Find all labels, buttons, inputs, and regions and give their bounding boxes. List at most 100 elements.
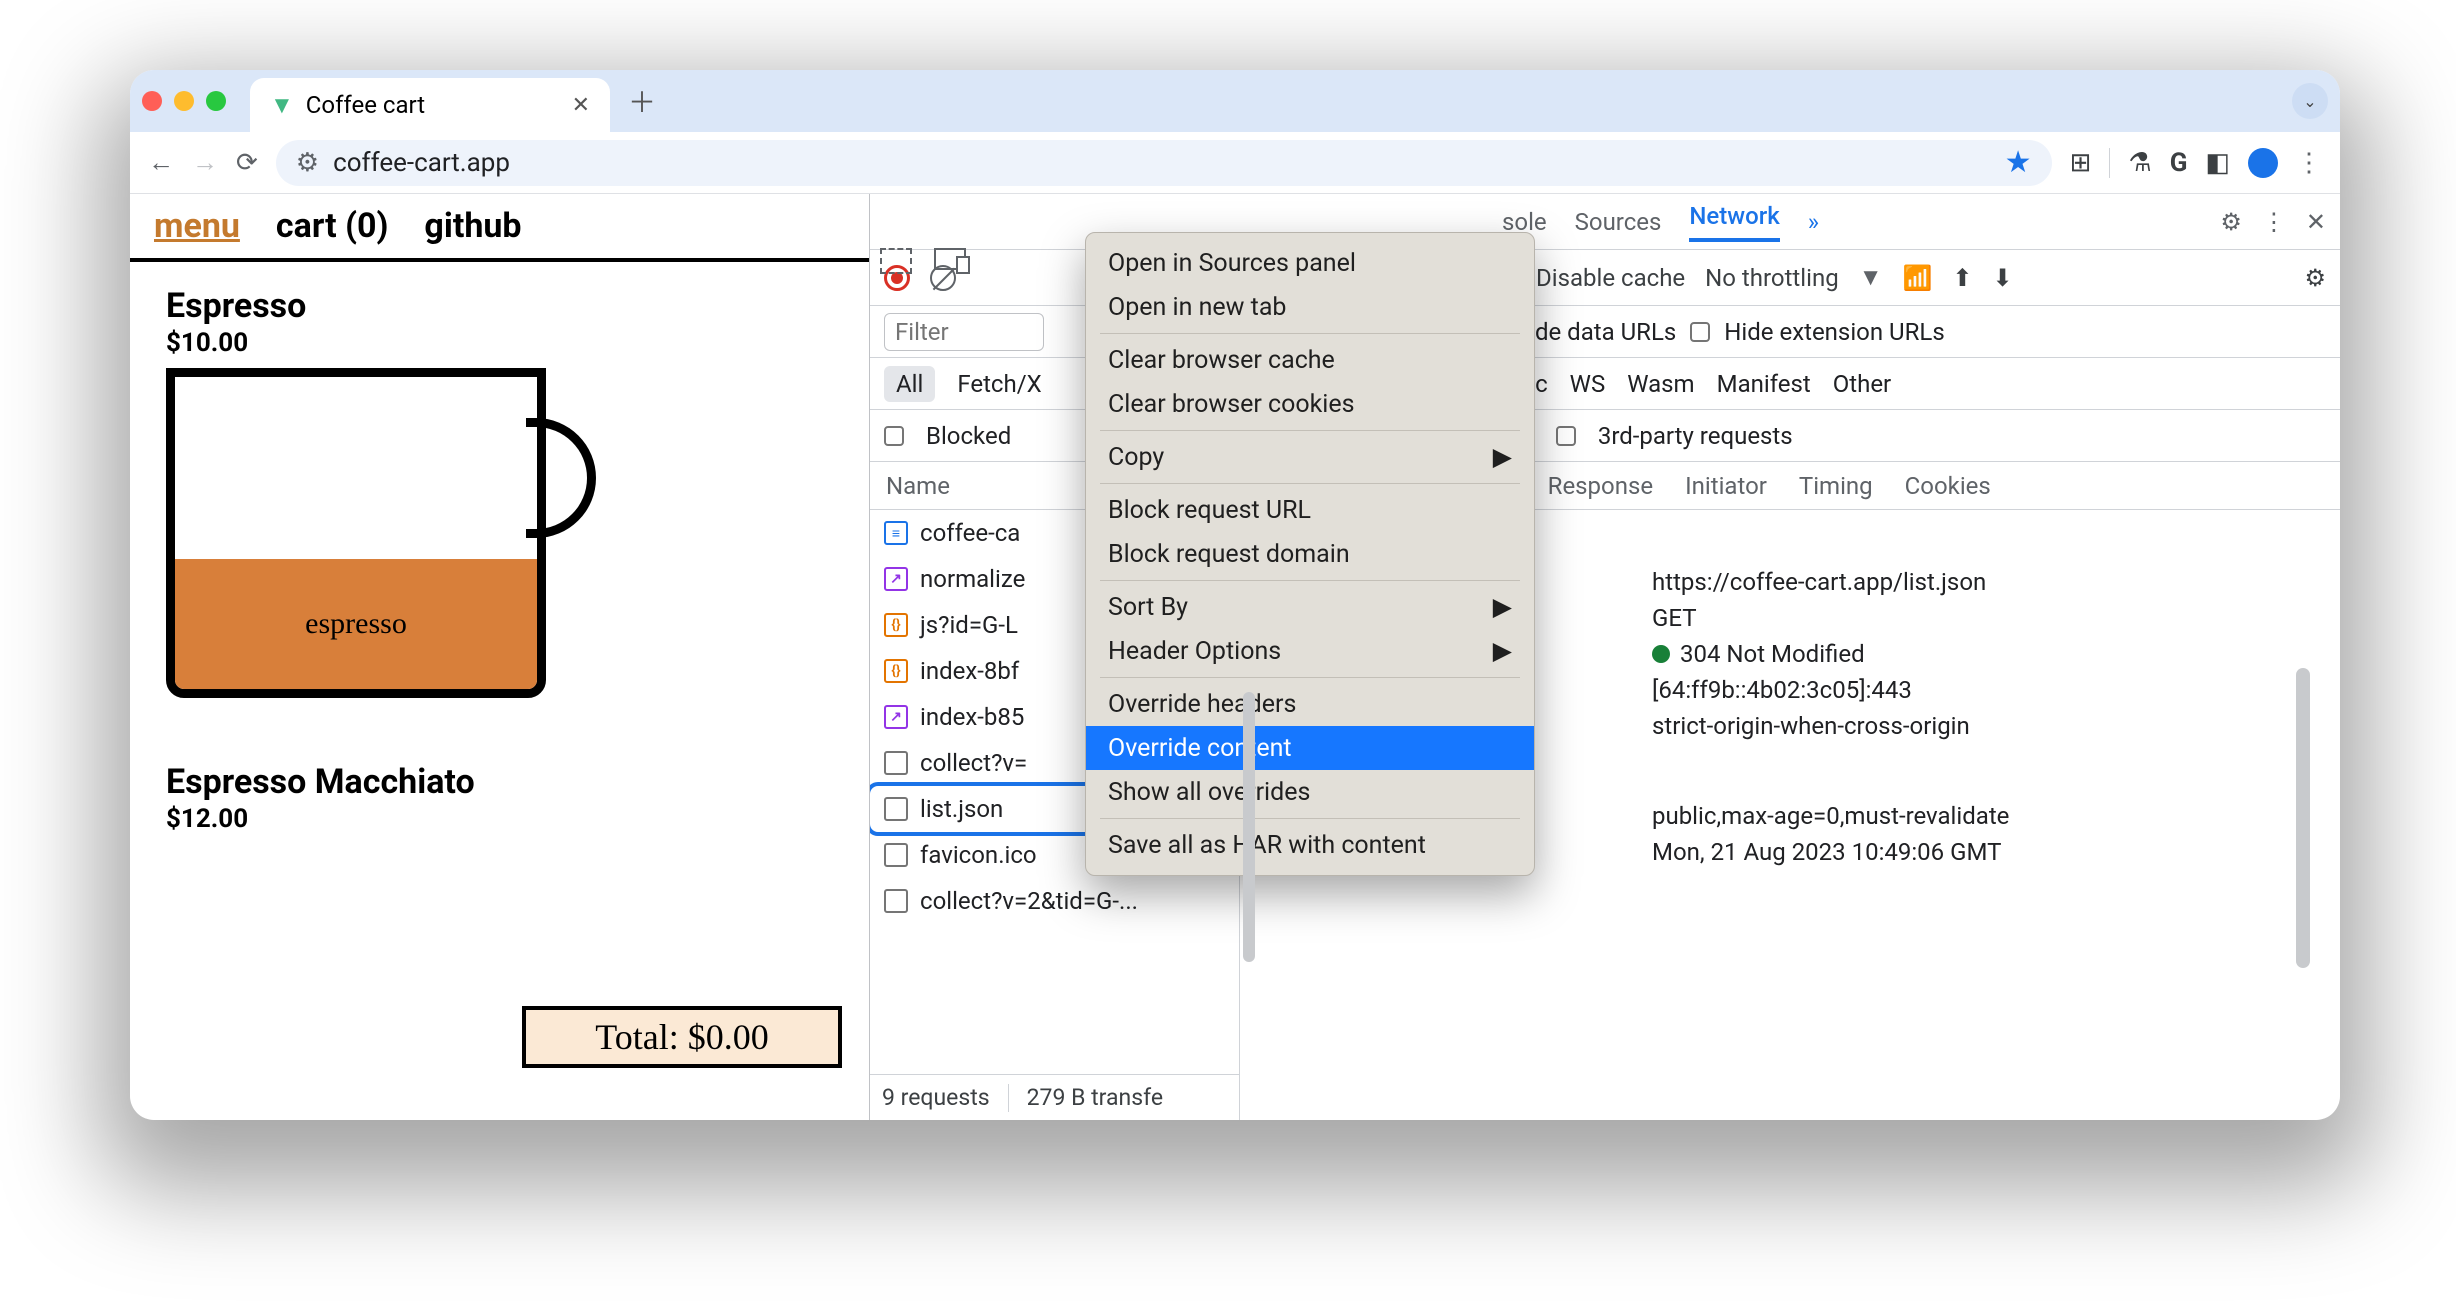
more-tabs-icon[interactable]: »: [1808, 208, 1819, 236]
browser-tab[interactable]: ▼ Coffee cart ✕: [250, 78, 610, 132]
labs-icon[interactable]: ⚗: [2128, 148, 2151, 178]
request-url: https://coffee-cart.app/list.json: [1652, 568, 1986, 596]
address-bar[interactable]: ⚙ coffee-cart.app ★: [276, 140, 2052, 186]
product-name: Espresso Macchiato: [166, 762, 833, 802]
close-window[interactable]: [142, 91, 162, 111]
upload-icon[interactable]: ⬆: [1952, 264, 1972, 292]
ctx-override-content[interactable]: Override content: [1086, 726, 1534, 770]
checkbox[interactable]: [1690, 322, 1710, 342]
tab-network[interactable]: Network: [1689, 202, 1779, 242]
ctx-sort-by[interactable]: Sort By▶: [1086, 585, 1534, 629]
js-icon: {}: [884, 613, 908, 637]
wifi-icon[interactable]: 📶: [1902, 264, 1932, 292]
mug-fill-label: espresso: [175, 559, 537, 689]
ctx-show-overrides[interactable]: Show all overrides: [1086, 770, 1534, 814]
product-macchiato: Espresso Macchiato $12.00: [130, 738, 869, 834]
ctx-open-sources[interactable]: Open in Sources panel: [1086, 241, 1534, 285]
minimize-window[interactable]: [174, 91, 194, 111]
nav-menu[interactable]: menu: [154, 206, 240, 246]
js-icon: {}: [884, 659, 908, 683]
disable-cache-label[interactable]: Disable cache: [1536, 264, 1685, 292]
gear-icon[interactable]: ⚙: [2220, 208, 2242, 236]
extensions-icon[interactable]: ⊞: [2070, 148, 2092, 178]
device-toolbar-icon[interactable]: [934, 248, 966, 270]
maximize-window[interactable]: [206, 91, 226, 111]
new-tab-button[interactable]: ＋: [628, 81, 656, 121]
tab-cookies[interactable]: Cookies: [1905, 472, 1991, 500]
chevron-down-icon[interactable]: ▼: [1859, 263, 1883, 292]
checkbox[interactable]: [884, 426, 904, 446]
kebab-icon[interactable]: ⋮: [2262, 208, 2286, 236]
product-price: $12.00: [166, 804, 833, 834]
filter-ws[interactable]: WS: [1570, 370, 1606, 398]
download-icon[interactable]: ⬇: [1992, 264, 2012, 292]
site-nav: menu cart (0) github: [130, 194, 869, 262]
gear-icon[interactable]: ⚙: [2304, 264, 2326, 292]
close-tab-icon[interactable]: ✕: [572, 93, 590, 118]
ctx-header-options[interactable]: Header Options▶: [1086, 629, 1534, 673]
mug-graphic[interactable]: espresso: [166, 368, 586, 708]
html-icon: ≡: [884, 521, 908, 545]
context-menu: Open in Sources panel Open in new tab Cl…: [1085, 232, 1535, 876]
filter-manifest[interactable]: Manifest: [1717, 370, 1811, 398]
product-name: Espresso: [166, 286, 833, 326]
throttling-select[interactable]: No throttling: [1705, 264, 1839, 292]
request-summary: 9 requests 279 B transfe: [870, 1074, 1239, 1120]
close-devtools-icon[interactable]: ✕: [2306, 208, 2326, 236]
filter-all[interactable]: All: [884, 366, 935, 402]
url-text: coffee-cart.app: [333, 148, 510, 178]
css-icon: ↗: [884, 567, 908, 591]
blocked-label[interactable]: Blocked: [926, 422, 1011, 450]
product-price: $10.00: [166, 328, 833, 358]
file-icon: [884, 797, 908, 821]
ctx-clear-cookies[interactable]: Clear browser cookies: [1086, 382, 1534, 426]
status-dot-icon: [1652, 645, 1670, 663]
nav-cart[interactable]: cart (0): [276, 206, 388, 246]
tab-response[interactable]: Response: [1548, 472, 1653, 500]
browser-toolbar: ← → ⟳ ⚙ coffee-cart.app ★ ⊞ ⚗ G ◧ ⋮: [130, 132, 2340, 194]
ctx-override-headers[interactable]: Override headers: [1086, 682, 1534, 726]
google-icon[interactable]: G: [2170, 148, 2188, 178]
css-icon: ↗: [884, 705, 908, 729]
site-settings-icon[interactable]: ⚙: [296, 148, 319, 178]
scrollbar[interactable]: [1243, 692, 1255, 962]
ctx-block-domain[interactable]: Block request domain: [1086, 532, 1534, 576]
sidepanel-icon[interactable]: ◧: [2205, 148, 2230, 178]
filter-wasm[interactable]: Wasm: [1627, 370, 1694, 398]
filter-other[interactable]: Other: [1833, 370, 1891, 398]
tabs-dropdown[interactable]: ⌄: [2292, 83, 2328, 119]
file-icon: [884, 889, 908, 913]
inspect-icon[interactable]: [880, 248, 912, 274]
tab-initiator[interactable]: Initiator: [1685, 472, 1767, 500]
ctx-save-har[interactable]: Save all as HAR with content: [1086, 823, 1534, 867]
tab-timing[interactable]: Timing: [1799, 472, 1873, 500]
chrome-menu-icon[interactable]: ⋮: [2296, 148, 2322, 178]
profile-avatar[interactable]: [2248, 148, 2278, 178]
scrollbar[interactable]: [2296, 668, 2310, 968]
ctx-block-url[interactable]: Block request URL: [1086, 488, 1534, 532]
ctx-copy[interactable]: Copy▶: [1086, 435, 1534, 479]
filter-fetch[interactable]: Fetch/X: [957, 370, 1041, 398]
hide-ext-urls[interactable]: Hide extension URLs: [1724, 318, 1944, 346]
nav-github[interactable]: github: [424, 206, 521, 246]
request-method: GET: [1652, 604, 1697, 632]
reload-button[interactable]: ⟳: [236, 148, 258, 178]
vue-icon: ▼: [270, 91, 294, 120]
checkbox[interactable]: [1556, 426, 1576, 446]
request-row[interactable]: collect?v=2&tid=G-...: [870, 878, 1239, 924]
product-espresso: Espresso $10.00 espresso: [130, 262, 869, 708]
hide-data-urls[interactable]: Hide data URLs: [1512, 318, 1676, 346]
cart-total[interactable]: Total: $0.00: [522, 1006, 842, 1068]
ctx-clear-cache[interactable]: Clear browser cache: [1086, 338, 1534, 382]
titlebar: ▼ Coffee cart ✕ ＋ ⌄: [130, 70, 2340, 132]
ctx-open-newtab[interactable]: Open in new tab: [1086, 285, 1534, 329]
file-icon: [884, 843, 908, 867]
filter-input[interactable]: Filter: [884, 313, 1044, 351]
back-button[interactable]: ←: [148, 147, 174, 178]
tab-sources[interactable]: Sources: [1575, 208, 1662, 236]
third-party-label[interactable]: 3rd-party requests: [1598, 422, 1793, 450]
bookmark-star-icon[interactable]: ★: [2005, 145, 2032, 180]
file-icon: [884, 751, 908, 775]
referrer-policy: strict-origin-when-cross-origin: [1652, 712, 1970, 740]
forward-button[interactable]: →: [192, 147, 218, 178]
